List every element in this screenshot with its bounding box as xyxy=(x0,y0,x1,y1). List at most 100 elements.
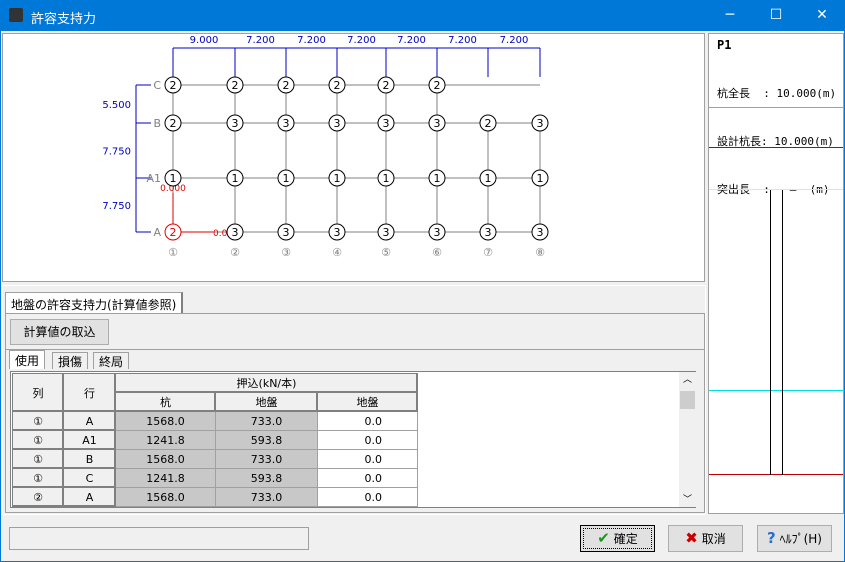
table-row[interactable]: ① C 1241.8 593.8 0.0 xyxy=(12,468,418,488)
dimension-label: 9.000 xyxy=(190,35,219,46)
table-row[interactable]: ① A1 1241.8 593.8 0.0 xyxy=(12,430,418,450)
pile-shape xyxy=(770,190,783,475)
pile-type-label: 2 xyxy=(170,79,177,92)
table-cell[interactable]: ① xyxy=(12,468,64,488)
table-cell[interactable]: B xyxy=(63,449,116,469)
header-ground-2[interactable]: 地盤 xyxy=(317,392,418,412)
capacity-grid[interactable]: 列 行 押込(kN/本) 杭 地盤 地盤 ① A 1568.0 733.0 0.0 ① A1… xyxy=(10,371,696,508)
dimension-label: 7.200 xyxy=(297,35,326,46)
pile-type-label: 2 xyxy=(485,117,492,130)
table-cell[interactable]: 1241.8 xyxy=(115,430,216,450)
dimension-label: 7.200 xyxy=(397,35,426,46)
pile-info-panel: P1 杭全長 : 10.000(m) 設計杭長: 10.000(m) 突出長 :… xyxy=(708,33,844,514)
table-cell[interactable]: A xyxy=(63,487,116,507)
table-cell[interactable]: ② xyxy=(12,487,64,507)
pile-type-label: 3 xyxy=(334,117,341,130)
help-icon: ? xyxy=(767,529,776,547)
import-calculated-button[interactable]: 計算値の取込 xyxy=(10,319,109,345)
pile-type-label: 3 xyxy=(283,117,290,130)
table-cell[interactable]: 1241.8 xyxy=(115,468,216,488)
pile-type-label: 1 xyxy=(434,172,441,185)
info-line: 杭全長 : 10.000(m) xyxy=(717,87,837,100)
table-row[interactable]: ① B 1568.0 733.0 0.0 xyxy=(12,449,418,469)
layout-svg: 9.000 7.200 7.200 7.200 7.200 7.200 7.200 5.500… xyxy=(102,35,549,259)
table-row[interactable]: ① A 1568.0 733.0 0.0 xyxy=(12,411,418,431)
tab-ultimate[interactable]: 終局 xyxy=(93,352,130,369)
pile-type-label: 2 xyxy=(170,117,177,130)
table-cell[interactable]: 733.0 xyxy=(215,487,318,507)
minimize-button[interactable]: ─ xyxy=(707,0,753,31)
pile-name: P1 xyxy=(717,38,732,52)
cancel-button[interactable]: ✖ 取消 xyxy=(668,525,743,552)
pile-type-label: 1 xyxy=(232,172,239,185)
column-label: ⑧ xyxy=(535,246,545,259)
pile-type-label: 2 xyxy=(283,79,290,92)
table-cell[interactable]: ① xyxy=(12,411,64,431)
scroll-thumb[interactable] xyxy=(680,391,695,409)
level-line xyxy=(709,147,843,148)
status-field xyxy=(9,527,309,550)
column-label: ⑤ xyxy=(381,246,391,259)
header-column[interactable]: 列 xyxy=(12,373,64,412)
table-cell[interactable]: A1 xyxy=(63,430,116,450)
table-cell[interactable]: 0.0 xyxy=(317,411,418,431)
column-label: ① xyxy=(168,246,178,259)
pile-type-label: 2 xyxy=(334,79,341,92)
pile-type-label: 1 xyxy=(283,172,290,185)
table-cell[interactable]: 0.0 xyxy=(317,430,418,450)
table-cell[interactable]: 593.8 xyxy=(215,468,318,488)
table-cell[interactable]: C xyxy=(63,468,116,488)
dimension-label: 7.200 xyxy=(246,35,275,46)
pile-type-label: 3 xyxy=(537,226,544,239)
column-label: ⑥ xyxy=(432,246,442,259)
table-cell[interactable]: 593.8 xyxy=(215,430,318,450)
table-cell[interactable]: A xyxy=(63,411,116,431)
pile-type-label: 3 xyxy=(537,117,544,130)
pile-type-label: 3 xyxy=(334,226,341,239)
pile-type-label: 1 xyxy=(383,172,390,185)
pile-type-label: 3 xyxy=(434,226,441,239)
help-button[interactable]: ? ﾍﾙﾌﾟ(H) xyxy=(757,525,832,552)
column-label: ③ xyxy=(281,246,291,259)
dimension-label: 7.750 xyxy=(102,201,131,212)
table-cell[interactable]: 1568.0 xyxy=(115,449,216,469)
header-ground[interactable]: 地盤 xyxy=(215,392,318,412)
table-cell[interactable]: ① xyxy=(12,449,64,469)
table-cell[interactable]: 1568.0 xyxy=(115,411,216,431)
row-label: A1 xyxy=(146,172,161,185)
table-cell[interactable]: 0.0 xyxy=(317,468,418,488)
table-row[interactable]: ② A 1568.0 733.0 0.0 xyxy=(12,487,418,507)
pile-type-label: 1 xyxy=(170,172,177,185)
column-label: ④ xyxy=(332,246,342,259)
tab-ground-allowable[interactable]: 地盤の許容支持力(計算値参照) xyxy=(5,292,184,314)
dimension-label: 7.750 xyxy=(102,147,131,158)
pile-type-label: 1 xyxy=(334,172,341,185)
pile-type-label: 3 xyxy=(434,117,441,130)
table-cell[interactable]: 733.0 xyxy=(215,449,318,469)
column-label: ⑦ xyxy=(483,246,493,259)
table-cell[interactable]: 1568.0 xyxy=(115,487,216,507)
vertical-scrollbar[interactable]: ︿ ﹀ xyxy=(679,372,696,507)
table-cell[interactable]: ① xyxy=(12,430,64,450)
table-cell[interactable]: 733.0 xyxy=(215,411,318,431)
table-cell[interactable]: 0.0 xyxy=(317,487,418,507)
scroll-down-icon[interactable]: ﹀ xyxy=(679,492,696,505)
row-label: B xyxy=(153,117,161,130)
column-label: ② xyxy=(230,246,240,259)
scroll-up-icon[interactable]: ︿ xyxy=(679,372,696,385)
row-label: C xyxy=(153,79,161,92)
header-row[interactable]: 行 xyxy=(63,373,116,412)
x-icon: ✖ xyxy=(685,529,698,547)
pile-type-label: 3 xyxy=(383,226,390,239)
pile-layout-diagram[interactable]: 9.000 7.200 7.200 7.200 7.200 7.200 7.200 5.500… xyxy=(2,33,705,282)
header-push[interactable]: 押込(kN/本) xyxy=(115,373,418,393)
close-button[interactable]: ✕ xyxy=(799,0,845,31)
pile-type-label: 2 xyxy=(232,79,239,92)
maximize-button[interactable]: ☐ xyxy=(753,0,799,31)
header-pile[interactable]: 杭 xyxy=(115,392,216,412)
tab-service[interactable]: 使用 xyxy=(9,350,46,369)
ok-button[interactable]: ✔ 確定 xyxy=(580,525,655,552)
table-cell[interactable]: 0.0 xyxy=(317,449,418,469)
tab-damage[interactable]: 損傷 xyxy=(52,352,89,369)
pile-type-label: 1 xyxy=(485,172,492,185)
